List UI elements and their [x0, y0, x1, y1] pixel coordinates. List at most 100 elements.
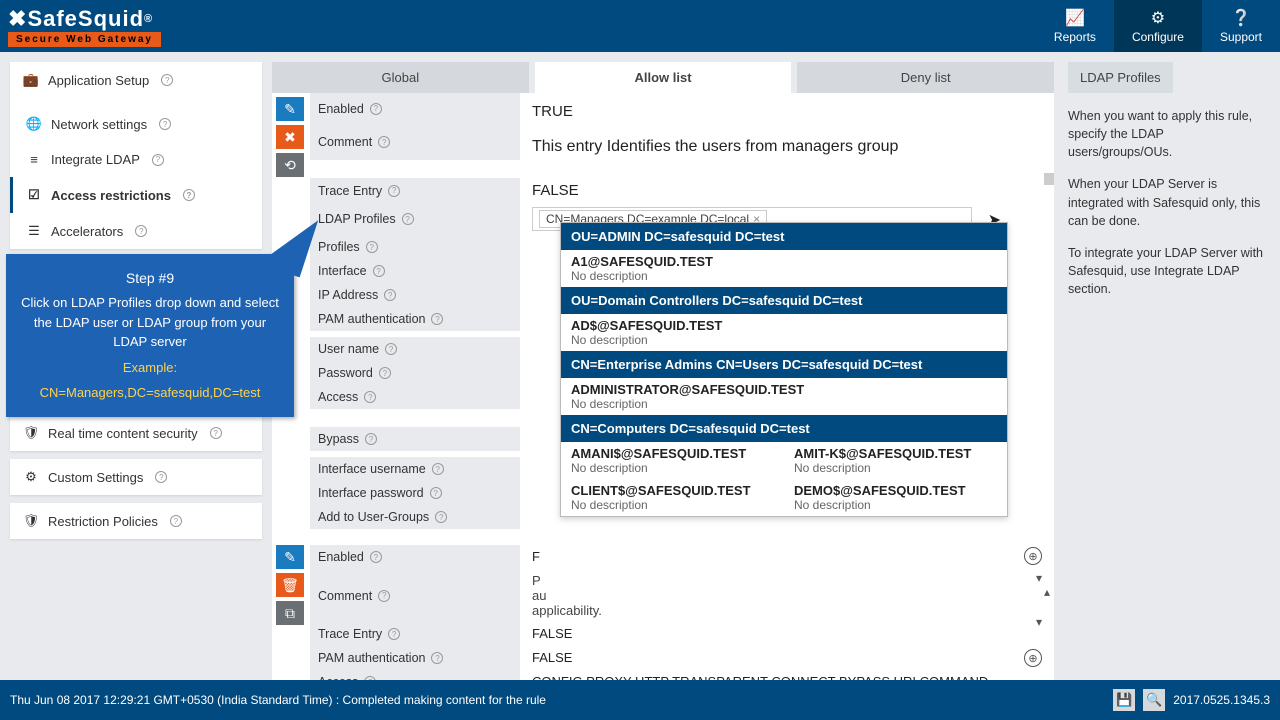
trace-value: FALSE	[520, 622, 1054, 646]
info-icon: ?	[431, 313, 443, 325]
expand-icon[interactable]: ⊕	[1024, 649, 1042, 667]
version-label: 2017.0525.1345.3	[1173, 693, 1270, 707]
top-bar: ✖SafeSquid® Secure Web Gateway 📈Reports …	[0, 0, 1280, 52]
sidebar-item-realtime[interactable]: 🛡Real time content security?	[10, 415, 262, 451]
help-panel: LDAP Profiles When you want to apply thi…	[1064, 52, 1280, 680]
sidebar-item-app-setup[interactable]: 💼Application Setup?	[10, 62, 262, 98]
ldap-profiles-dropdown[interactable]: OU=ADMIN DC=safesquid DC=test A1@SAFESQU…	[560, 222, 1008, 517]
info-icon: ?	[435, 511, 447, 523]
callout-text: Click on LDAP Profiles drop down and sel…	[16, 293, 284, 352]
dropdown-item[interactable]: AMIT-K$@SAFESQUID.TESTNo description	[784, 442, 1007, 479]
add-groups-label: Add to User-Groups?	[310, 505, 520, 529]
help-icon: ❔	[1231, 8, 1251, 28]
search-button[interactable]: 🔍	[1143, 689, 1165, 711]
shield-icon: 🛡	[24, 425, 38, 441]
info-icon: ?	[161, 74, 173, 86]
dropdown-group-header[interactable]: OU=ADMIN DC=safesquid DC=test	[561, 223, 1007, 250]
dropdown-group-header[interactable]: OU=Domain Controllers DC=safesquid DC=te…	[561, 287, 1007, 314]
close-button[interactable]: ✖	[276, 125, 304, 149]
info-icon: ?	[365, 433, 377, 445]
enabled-value: TRUE	[520, 93, 1054, 124]
dropdown-item[interactable]: A1@SAFESQUID.TESTNo description	[561, 250, 1007, 287]
sidebar-item-network[interactable]: 🌐Network settings?	[10, 106, 262, 142]
access-label: Access?	[310, 385, 520, 409]
sidebar-item-restriction[interactable]: 🛡Restriction Policies?	[10, 503, 262, 539]
info-icon: ?	[432, 463, 444, 475]
info-icon: ?	[373, 265, 385, 277]
info-icon: ?	[159, 118, 171, 130]
info-icon: ?	[366, 241, 378, 253]
enabled-label: Enabled?	[310, 545, 520, 569]
chart-icon: 📈	[1065, 8, 1085, 28]
edit-button[interactable]: ✎	[276, 545, 304, 569]
callout-example: CN=Managers,DC=safesquid,DC=test	[16, 383, 284, 403]
info-icon: ?	[183, 189, 195, 201]
trace-label: Trace Entry?	[310, 178, 520, 203]
info-icon: ?	[152, 154, 164, 166]
info-icon: ?	[370, 551, 382, 563]
save-button[interactable]: 💾	[1113, 689, 1135, 711]
expand-icon[interactable]: ⊕	[1024, 547, 1042, 565]
interface-user-label: Interface username?	[310, 457, 520, 481]
configure-button[interactable]: ⚙Configure	[1114, 0, 1202, 52]
info-icon: ?	[370, 103, 382, 115]
briefcase-icon: 💼	[24, 72, 38, 88]
profiles-label: Profiles?	[310, 235, 520, 259]
sidebar-item-accel[interactable]: ☰Accelerators?	[10, 213, 262, 249]
dropdown-item[interactable]: DEMO$@SAFESQUID.TESTNo description	[784, 479, 1007, 516]
password-label: Password?	[310, 361, 520, 385]
tab-allow-list[interactable]: Allow list	[535, 62, 792, 93]
trace-value: FALSE	[520, 178, 1054, 203]
reports-button[interactable]: 📈Reports	[1036, 0, 1114, 52]
dropdown-item[interactable]: AMANI$@SAFESQUID.TESTNo description	[561, 442, 784, 479]
badge-icon: 🛡	[24, 513, 38, 529]
comment-label: Comment?	[310, 569, 520, 622]
support-button[interactable]: ❔Support	[1202, 0, 1280, 52]
ldap-profiles-label: LDAP Profiles?	[310, 203, 520, 235]
globe-icon: 🌐	[27, 116, 41, 132]
chevron-down-icon[interactable]: ▾	[1036, 615, 1042, 629]
pam-label: PAM authentication?	[310, 646, 520, 670]
status-message: Thu Jun 08 2017 12:29:21 GMT+0530 (India…	[10, 693, 546, 707]
info-icon: ?	[210, 427, 222, 439]
access-value: CONFIG PROXY HTTP TRANSPARENT CONNECT BY…	[520, 670, 1054, 680]
logo: ✖SafeSquid® Secure Web Gateway	[0, 6, 161, 47]
enabled-value: F	[520, 545, 1054, 569]
list-icon: ≡	[27, 152, 41, 167]
interface-pass-label: Interface password?	[310, 481, 520, 505]
chevron-up-icon[interactable]: ▴	[1044, 585, 1050, 599]
info-icon: ?	[378, 590, 390, 602]
copy-button[interactable]: ⧉	[276, 601, 304, 625]
interface-label: Interface?	[310, 259, 520, 283]
dropdown-item[interactable]: CLIENT$@SAFESQUID.TESTNo description	[561, 479, 784, 516]
pam-value: FALSE	[520, 646, 1054, 670]
help-text: To integrate your LDAP Server with Safes…	[1068, 244, 1270, 298]
tab-global[interactable]: Global	[272, 62, 529, 93]
edit-button[interactable]: ✎	[276, 97, 304, 121]
chevron-down-icon[interactable]: ▾	[1036, 571, 1042, 585]
revert-button[interactable]: ⟲	[276, 153, 304, 177]
sidebar-item-custom[interactable]: ⚙Custom Settings?	[10, 459, 262, 495]
status-bar: Thu Jun 08 2017 12:29:21 GMT+0530 (India…	[0, 680, 1280, 720]
info-icon: ?	[402, 213, 414, 225]
help-text: When you want to apply this rule, specif…	[1068, 107, 1270, 161]
dropdown-item[interactable]: ADMINISTRATOR@SAFESQUID.TESTNo descripti…	[561, 378, 1007, 415]
delete-button[interactable]: 🗑	[276, 573, 304, 597]
dropdown-group-header[interactable]: CN=Enterprise Admins CN=Users DC=safesqu…	[561, 351, 1007, 378]
comment-label: Comment?	[310, 124, 520, 160]
trace-label: Trace Entry?	[310, 622, 520, 646]
tabs: Global Allow list Deny list	[272, 62, 1054, 93]
comment-value[interactable]: This entry Identifies the users from man…	[520, 124, 1054, 160]
username-label: User name?	[310, 337, 520, 361]
sidebar-item-ldap[interactable]: ≡Integrate LDAP?	[10, 142, 262, 177]
info-icon: ?	[384, 289, 396, 301]
info-icon: ?	[430, 487, 442, 499]
sidebar-item-access[interactable]: ☑Access restrictions?	[10, 177, 262, 213]
info-icon: ?	[364, 391, 376, 403]
bypass-label: Bypass?	[310, 427, 520, 451]
callout-title: Step #9	[16, 268, 284, 289]
dropdown-group-header[interactable]: CN=Computers DC=safesquid DC=test	[561, 415, 1007, 442]
info-icon: ?	[170, 515, 182, 527]
dropdown-item[interactable]: AD$@SAFESQUID.TESTNo description	[561, 314, 1007, 351]
tab-deny-list[interactable]: Deny list	[797, 62, 1054, 93]
